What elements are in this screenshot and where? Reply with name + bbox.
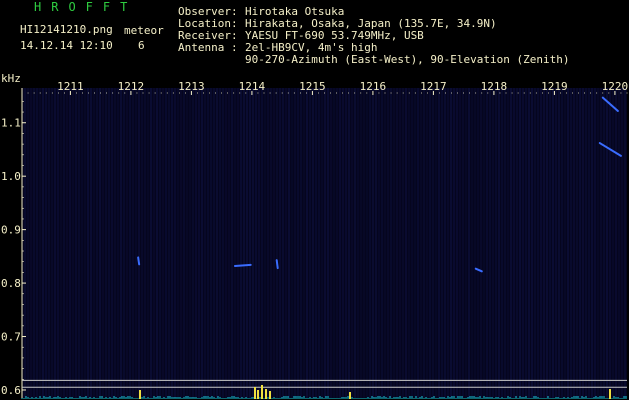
meteor-echo [275, 259, 279, 270]
y-tick-label: 1.0 [1, 170, 21, 183]
y-axis: 1.1 1.0 0.9 0.8 0.7 0.6 [1, 88, 26, 398]
y-tick-label: 0.8 [1, 277, 21, 290]
meteor-echo [137, 256, 141, 266]
y-tick-label: 0.6 [1, 384, 21, 397]
y-axis-label: kHz [1, 72, 21, 85]
y-tick-label: 0.7 [1, 331, 21, 344]
spectrogram-chart: 1211 1212 1213 1214 1215 1216 1217 1218 1219 1220… [1, 72, 628, 399]
y-tick-label: 1.1 [1, 117, 21, 130]
y-tick-label: 0.9 [1, 224, 21, 237]
meteor-echo [233, 263, 252, 267]
